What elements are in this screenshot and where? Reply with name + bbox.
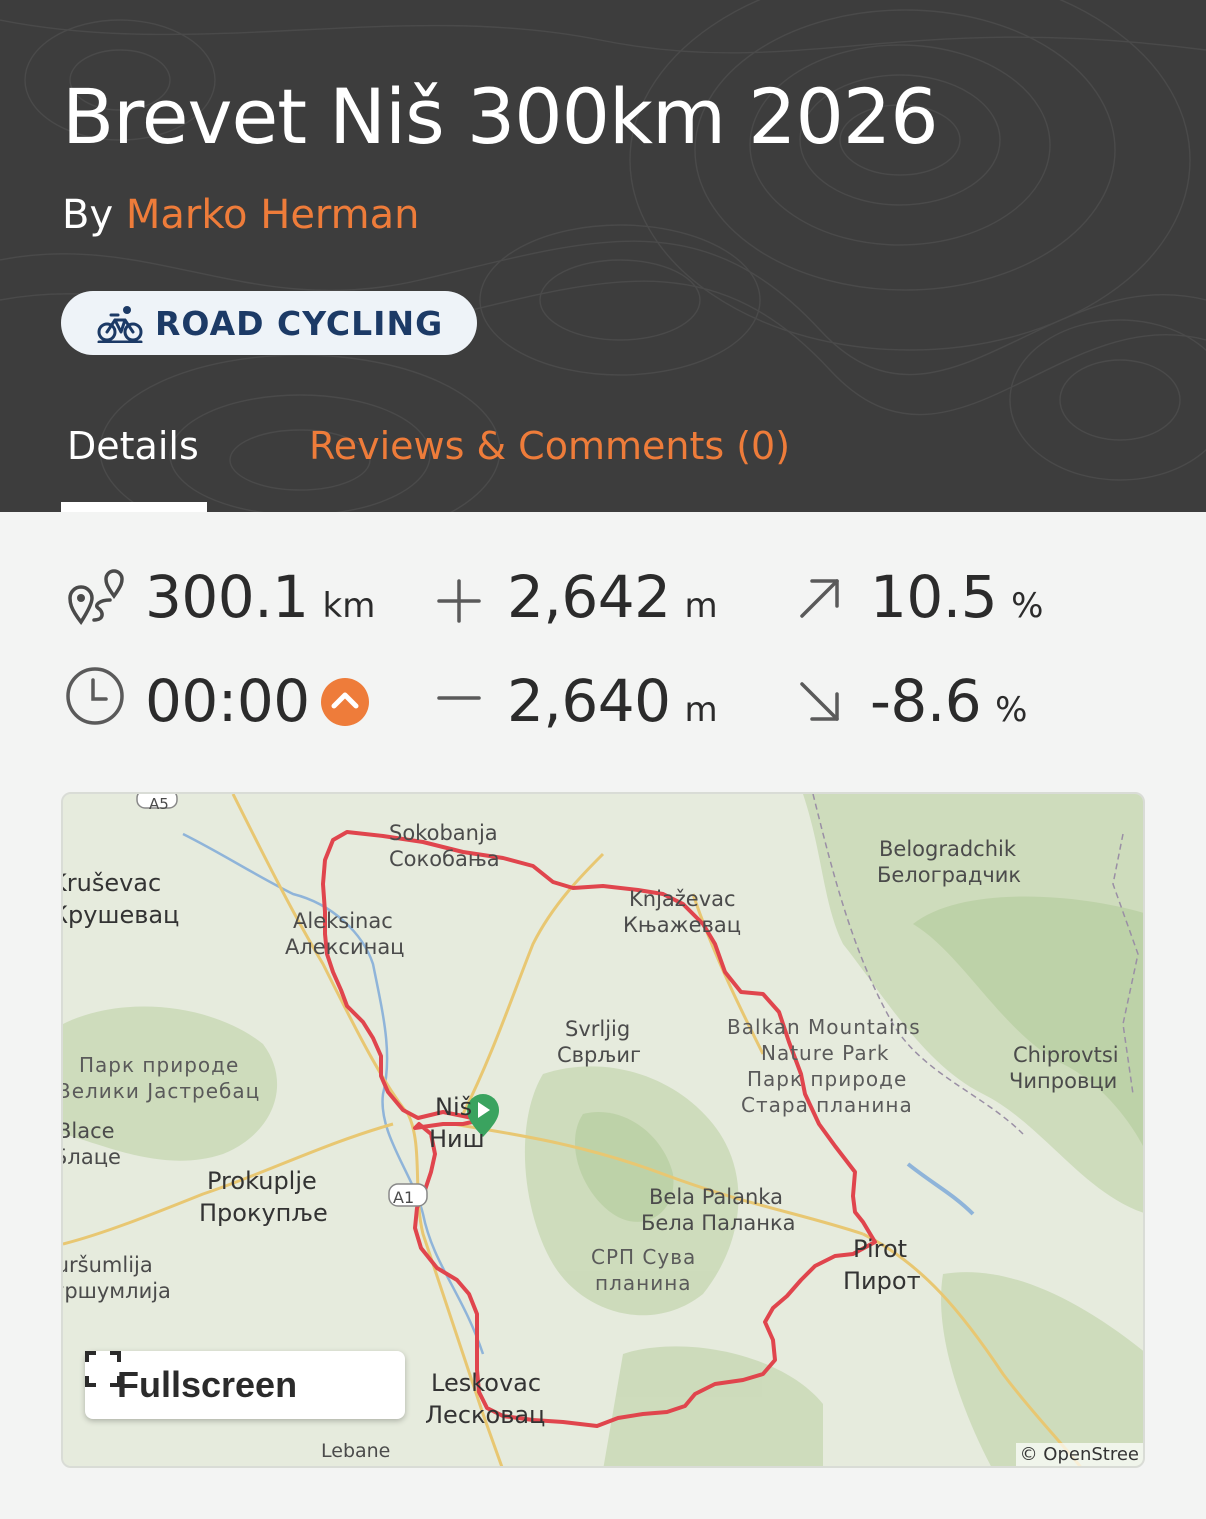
map-label-nature-park: Nature Park	[761, 1040, 889, 1066]
fullscreen-icon	[85, 1351, 121, 1387]
elevation-gain-value: 2,642	[507, 563, 671, 631]
active-tab-indicator	[61, 502, 207, 512]
min-grade-stat: -8.6 %	[870, 667, 1027, 735]
map-label-prokuplje-cyr: Прокупље	[199, 1198, 328, 1229]
by-prefix: By	[62, 192, 113, 238]
author-link[interactable]: Marko Herman	[126, 192, 420, 238]
route-header: Brevet Niš 300km 2026 By Marko Herman RO…	[0, 0, 1206, 512]
map-attribution[interactable]: © OpenStree	[1016, 1443, 1143, 1466]
map-label-knjazevac-cyr: Књажевац	[623, 912, 741, 938]
map-label-leskovac: Leskovac	[431, 1368, 541, 1399]
map-label-pirot: Pirot	[853, 1234, 907, 1265]
min-grade-value: -8.6	[870, 667, 981, 735]
map-label-sokobanja: Sokobanja	[389, 820, 498, 846]
map-label-jastrebac-park: Парк природе	[79, 1052, 239, 1078]
map-label-svrljig-cyr: Сврљиг	[557, 1042, 641, 1068]
activity-type-badge[interactable]: ROAD CYCLING	[61, 291, 477, 355]
map-label-aleksinac: Aleksinac	[293, 908, 393, 934]
max-grade-stat: 10.5 %	[870, 563, 1043, 631]
map-label-suva-planina-2: планина	[595, 1270, 692, 1296]
distance-value: 300.1	[145, 563, 309, 631]
duration-value: 00:00	[145, 667, 310, 735]
map-label-nis-cyr: Ниш	[429, 1124, 485, 1155]
map-label-balkan-mountains: Balkan Mountains	[727, 1014, 921, 1040]
map-label-chiprovtsi-cyr: Чипровци	[1009, 1068, 1117, 1094]
map-label-suva-planina: СРП Сува	[591, 1244, 696, 1270]
route-title: Brevet Niš 300km 2026	[62, 72, 938, 161]
map-label-bela-palanka-cyr: Бела Паланка	[641, 1210, 796, 1236]
map-label-kursumlija: Kuršumlija	[61, 1252, 153, 1278]
map-label-krusevac-cyr: Крушевац	[61, 900, 179, 931]
map-label-svrljig: Svrljig	[565, 1016, 630, 1042]
elevation-loss-stat: 2,640 m	[507, 667, 718, 735]
elevation-loss-value: 2,640	[507, 667, 671, 735]
bicycle-icon	[97, 303, 143, 343]
map-label-krusevac: Kruševac	[61, 868, 161, 899]
activity-type-label: ROAD CYCLING	[155, 304, 443, 343]
map-label-leskovac-cyr: Лесковац	[425, 1400, 545, 1431]
byline: By Marko Herman	[62, 192, 420, 238]
map-label-blace-cyr: Блаце	[61, 1144, 121, 1170]
distance-unit: km	[323, 586, 376, 626]
map-label-jastrebac: Велики Јастребац	[61, 1078, 260, 1104]
map-label-chiprovtsi: Chiprovtsi	[1013, 1042, 1119, 1068]
fullscreen-label: Fullscreen	[117, 1364, 297, 1406]
tab-reviews-comments[interactable]: Reviews & Comments (0)	[309, 424, 790, 468]
map-label-bela-palanka: Bela Palanka	[649, 1184, 783, 1210]
map-label-pirot-cyr: Пирот	[843, 1266, 921, 1297]
chevron-up-icon[interactable]	[320, 677, 370, 727]
max-grade-unit: %	[1011, 586, 1043, 626]
map-label-lebane: Lebane	[321, 1438, 390, 1464]
map-label-aleksinac-cyr: Алексинац	[285, 934, 404, 960]
arrow-up-right-icon	[798, 576, 842, 620]
fullscreen-button[interactable]: Fullscreen	[85, 1351, 405, 1419]
map-label-belogradchik-cyr: Белоградчик	[877, 862, 1021, 888]
route-distance-icon	[66, 568, 126, 628]
map-label-knjazevac: Knjaževac	[629, 886, 736, 912]
map-label-belogradchik: Belogradchik	[879, 836, 1016, 862]
duration-stat: 00:00	[145, 667, 310, 735]
map-label-blace: Blace	[61, 1118, 115, 1144]
map-label-a1: A1	[393, 1185, 414, 1211]
map-label-kursumlija-cyr: Куршумлија	[61, 1278, 171, 1304]
elevation-gain-unit: m	[685, 586, 718, 626]
clock-icon	[64, 665, 126, 727]
elevation-loss-unit: m	[685, 690, 718, 730]
map-label-prokuplje: Prokuplje	[207, 1166, 317, 1197]
tab-details[interactable]: Details	[67, 424, 199, 468]
distance-stat: 300.1 km	[145, 563, 375, 631]
map-label-nis: Niš	[435, 1092, 472, 1123]
min-grade-unit: %	[995, 690, 1027, 730]
map-label-stara-planina: Стара планина	[741, 1092, 913, 1118]
map-label-park-prirode: Парк природе	[747, 1066, 907, 1092]
map-label-a5: A5	[149, 792, 169, 817]
arrow-down-right-icon	[798, 680, 842, 724]
max-grade-value: 10.5	[870, 563, 997, 631]
minus-icon	[436, 688, 482, 708]
elevation-gain-stat: 2,642 m	[507, 563, 718, 631]
plus-icon	[436, 578, 482, 624]
map-label-sokobanja-cyr: Сокобања	[389, 846, 500, 872]
route-map[interactable]: A5 A1 Sokobanja Сокобања Kruševac Крушев…	[61, 792, 1145, 1468]
